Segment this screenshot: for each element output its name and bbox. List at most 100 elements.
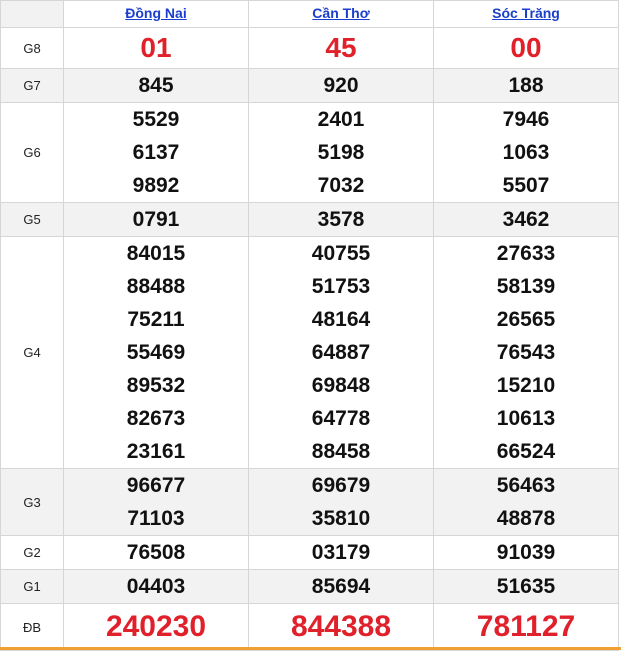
result-number: 1063	[502, 141, 550, 164]
result-cell: 7946 1063 5507	[433, 102, 619, 203]
result-cell: 01	[63, 27, 249, 69]
result-number: 188	[508, 74, 544, 97]
result-number: 9892	[132, 174, 180, 197]
result-number: 5529	[132, 108, 180, 131]
result-cell: 45	[248, 27, 434, 69]
result-number: 69679	[311, 474, 371, 497]
result-cell: 96677 71103	[63, 468, 249, 536]
header-corner	[0, 0, 64, 28]
result-cell: 240230	[63, 603, 249, 651]
result-number: 35810	[311, 507, 371, 530]
result-number: 96677	[126, 474, 186, 497]
result-number: 920	[323, 74, 359, 97]
prize-label: ĐB	[0, 603, 64, 651]
result-number: 40755	[311, 242, 371, 265]
result-cell: 845	[63, 68, 249, 103]
result-number: 76508	[126, 541, 186, 564]
prize-label: G5	[0, 202, 64, 237]
prize-row-g7: G7 845 920 188	[0, 68, 619, 103]
result-cell: 51635	[433, 569, 619, 604]
result-cell: 04403	[63, 569, 249, 604]
result-number: 23161	[126, 440, 186, 463]
result-number: 64778	[311, 407, 371, 430]
result-number: 88458	[311, 440, 371, 463]
prize-label: G2	[0, 535, 64, 570]
province-header-1: Cần Thơ	[248, 0, 434, 28]
result-number: 27633	[496, 242, 556, 265]
result-number: 5507	[502, 174, 550, 197]
result-cell: 844388	[248, 603, 434, 651]
result-number: 6137	[132, 141, 180, 164]
result-number: 84015	[126, 242, 186, 265]
result-number: 69848	[311, 374, 371, 397]
result-cell: 40755 51753 48164 64887 69848 64778 88458	[248, 236, 434, 469]
prize-row-g2: G2 76508 03179 91039	[0, 535, 619, 570]
result-number: 48878	[496, 507, 556, 530]
prize-row-g6: G6 5529 6137 9892 2401 5198 7032 7946 1063 5507	[0, 102, 619, 203]
result-number: 85694	[311, 575, 371, 598]
result-cell: 85694	[248, 569, 434, 604]
result-number: 240230	[105, 610, 207, 643]
result-number: 71103	[127, 507, 185, 530]
result-cell: 56463 48878	[433, 468, 619, 536]
result-cell: 84015 88488 75211 55469 89532 82673 23161	[63, 236, 249, 469]
result-number: 7946	[502, 108, 550, 131]
prize-row-g1: G1 04403 85694 51635	[0, 569, 619, 604]
prize-row-g4: G4 84015 88488 75211 55469 89532 82673 23161 407…	[0, 236, 619, 469]
result-number: 3462	[502, 208, 550, 231]
result-number: 64887	[311, 341, 371, 364]
result-cell: 5529 6137 9892	[63, 102, 249, 203]
result-number: 82673	[126, 407, 186, 430]
result-number: 7032	[317, 174, 365, 197]
result-number: 15210	[496, 374, 556, 397]
result-number: 03179	[311, 541, 371, 564]
result-number: 89532	[126, 374, 186, 397]
result-cell: 2401 5198 7032	[248, 102, 434, 203]
province-link-dong-nai[interactable]: Đồng Nai	[125, 5, 186, 21]
result-number: 781127	[476, 610, 576, 643]
result-cell: 188	[433, 68, 619, 103]
result-number: 75211	[127, 308, 185, 331]
prize-label: G1	[0, 569, 64, 604]
result-number: 00	[510, 32, 542, 63]
result-cell: 781127	[433, 603, 619, 651]
prize-label: G8	[0, 27, 64, 69]
province-header-0: Đồng Nai	[63, 0, 249, 28]
result-number: 3578	[317, 208, 365, 231]
result-number: 51753	[311, 275, 371, 298]
province-link-can-tho[interactable]: Cần Thơ	[312, 5, 369, 21]
result-cell: 3578	[248, 202, 434, 237]
result-cell: 76508	[63, 535, 249, 570]
result-cell: 920	[248, 68, 434, 103]
result-cell: 0791	[63, 202, 249, 237]
result-number: 844388	[290, 610, 392, 643]
result-cell: 27633 58139 26565 76543 15210 10613 66524	[433, 236, 619, 469]
prize-row-g3: G3 96677 71103 69679 35810 56463 48878	[0, 468, 619, 536]
result-number: 2401	[317, 108, 365, 131]
prize-label: G3	[0, 468, 64, 536]
result-number: 58139	[496, 275, 556, 298]
prize-label: G6	[0, 102, 64, 203]
result-number: 56463	[496, 474, 556, 497]
prize-row-g5: G5 0791 3578 3462	[0, 202, 619, 237]
result-cell: 3462	[433, 202, 619, 237]
result-number: 48164	[311, 308, 371, 331]
result-cell: 00	[433, 27, 619, 69]
result-cell: 69679 35810	[248, 468, 434, 536]
result-number: 45	[325, 32, 357, 63]
result-number: 91039	[496, 541, 556, 564]
prize-row-đb: ĐB 240230 844388 781127	[0, 603, 619, 651]
prize-label: G4	[0, 236, 64, 469]
result-number: 26565	[496, 308, 556, 331]
lottery-results-table: Đồng Nai Cần Thơ Sóc Trăng G8 01 45 00 G7 845…	[0, 0, 619, 651]
result-number: 88488	[126, 275, 186, 298]
prize-row-g8: G8 01 45 00	[0, 27, 619, 69]
result-number: 0791	[132, 208, 180, 231]
prize-label: G7	[0, 68, 64, 103]
result-number: 76543	[496, 341, 556, 364]
province-link-soc-trang[interactable]: Sóc Trăng	[492, 5, 560, 21]
province-header-2: Sóc Trăng	[433, 0, 619, 28]
result-number: 66524	[496, 440, 556, 463]
result-number: 10613	[496, 407, 556, 430]
result-number: 01	[140, 32, 172, 63]
